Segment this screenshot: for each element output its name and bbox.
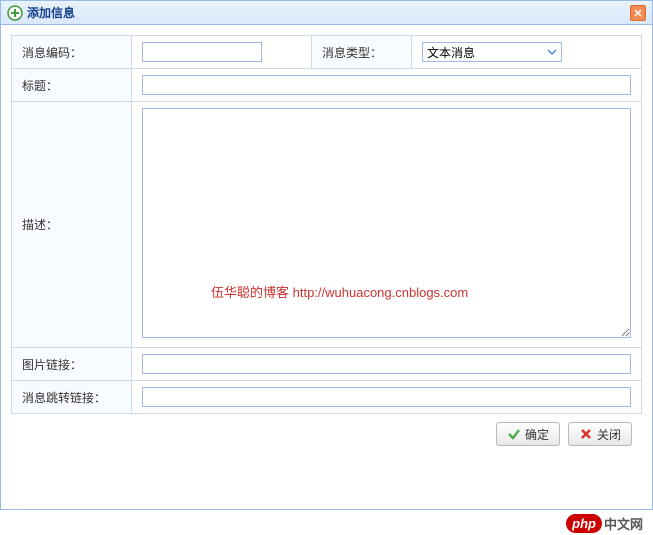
- label-message-code: 消息编码：: [12, 36, 132, 69]
- image-link-input[interactable]: [142, 354, 631, 374]
- title-input[interactable]: [142, 75, 631, 95]
- add-icon: [7, 5, 23, 21]
- footer-logo: php 中文网: [566, 514, 643, 533]
- form-table: 消息编码： 消息类型： 文本消息 标题： 描述：: [11, 35, 642, 414]
- close-button-label: 关闭: [597, 426, 621, 443]
- cell-message-type: 文本消息: [412, 36, 642, 69]
- x-icon: [579, 427, 593, 441]
- label-title: 标题：: [12, 69, 132, 102]
- ok-button-label: 确定: [525, 426, 549, 443]
- message-type-select[interactable]: 文本消息: [422, 42, 562, 62]
- dialog-close-button[interactable]: [630, 5, 646, 21]
- button-bar: 确定 关闭: [11, 414, 642, 446]
- jump-link-input[interactable]: [142, 387, 631, 407]
- label-image-link: 图片链接：: [12, 348, 132, 381]
- php-badge: php: [566, 514, 602, 533]
- dialog-header: 添加信息: [1, 1, 652, 25]
- label-jump-link: 消息跳转链接：: [12, 381, 132, 414]
- dialog-title: 添加信息: [27, 4, 75, 21]
- cell-message-code: [132, 36, 312, 69]
- close-button[interactable]: 关闭: [568, 422, 632, 446]
- label-message-type: 消息类型：: [312, 36, 412, 69]
- dialog-body: 消息编码： 消息类型： 文本消息 标题： 描述：: [1, 25, 652, 456]
- ok-button[interactable]: 确定: [496, 422, 560, 446]
- dialog: 添加信息 消息编码： 消息类型： 文本消息 标题：: [0, 0, 653, 510]
- cell-jump-link: [132, 381, 642, 414]
- footer-text: 中文网: [604, 514, 643, 533]
- message-code-input[interactable]: [142, 42, 262, 62]
- cell-image-link: [132, 348, 642, 381]
- cell-description: [132, 102, 642, 348]
- label-description: 描述：: [12, 102, 132, 348]
- chevron-down-icon: [547, 47, 557, 57]
- message-type-selected: 文本消息: [427, 44, 475, 61]
- cell-title: [132, 69, 642, 102]
- close-icon: [634, 9, 642, 17]
- description-textarea[interactable]: [142, 108, 631, 338]
- check-icon: [507, 427, 521, 441]
